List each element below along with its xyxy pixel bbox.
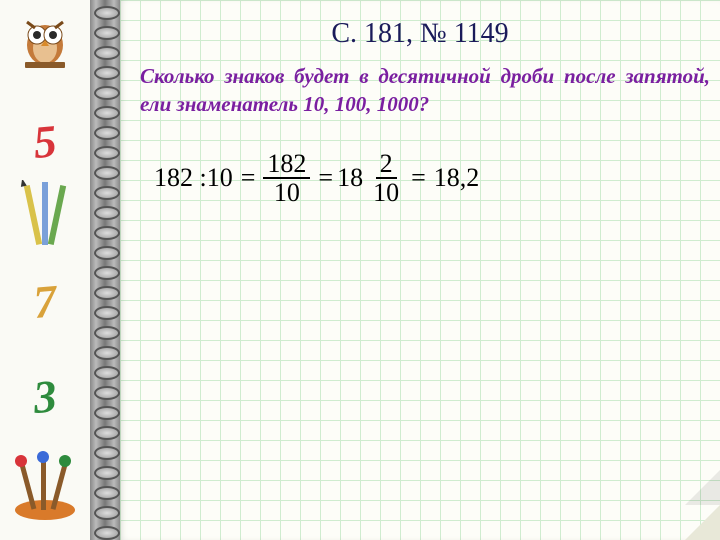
mixed-numerator: 2 bbox=[376, 150, 397, 179]
frac1-denominator: 10 bbox=[270, 179, 304, 206]
decor-number-3: 3 bbox=[0, 366, 92, 427]
frac1-numerator: 182 bbox=[263, 150, 310, 179]
decor-number-5: 5 bbox=[0, 111, 92, 172]
eq-sign-1: = bbox=[241, 163, 256, 193]
fraction-1: 182 10 bbox=[263, 150, 310, 207]
sidebar: 5 7 3 bbox=[0, 0, 91, 540]
eq-sign-3: = bbox=[411, 163, 426, 193]
page-curl bbox=[685, 505, 720, 540]
notebook-page: С. 181, № 1149 Сколько знаков будет в де… bbox=[120, 0, 720, 540]
mixed-number: 18 2 10 bbox=[337, 150, 407, 207]
eq-result: 18,2 bbox=[434, 163, 480, 193]
page-title: С. 181, № 1149 bbox=[120, 18, 720, 50]
pencils-icon bbox=[0, 180, 90, 265]
decor-number-7: 7 bbox=[0, 271, 92, 332]
notebook-binding bbox=[90, 0, 120, 540]
eq-sign-2: = bbox=[318, 163, 333, 193]
eq-lhs: 182 :10 bbox=[154, 163, 233, 193]
question-text: Сколько знаков будет в десятичной дроби … bbox=[140, 62, 710, 119]
mixed-whole: 18 bbox=[337, 163, 363, 193]
mixed-denominator: 10 bbox=[369, 179, 403, 206]
brushes-icon bbox=[0, 445, 90, 530]
equation: 182 :10 = 182 10 = 18 2 10 = 18,2 bbox=[150, 150, 483, 207]
mixed-frac: 2 10 bbox=[369, 150, 403, 207]
owl-icon bbox=[15, 10, 75, 70]
